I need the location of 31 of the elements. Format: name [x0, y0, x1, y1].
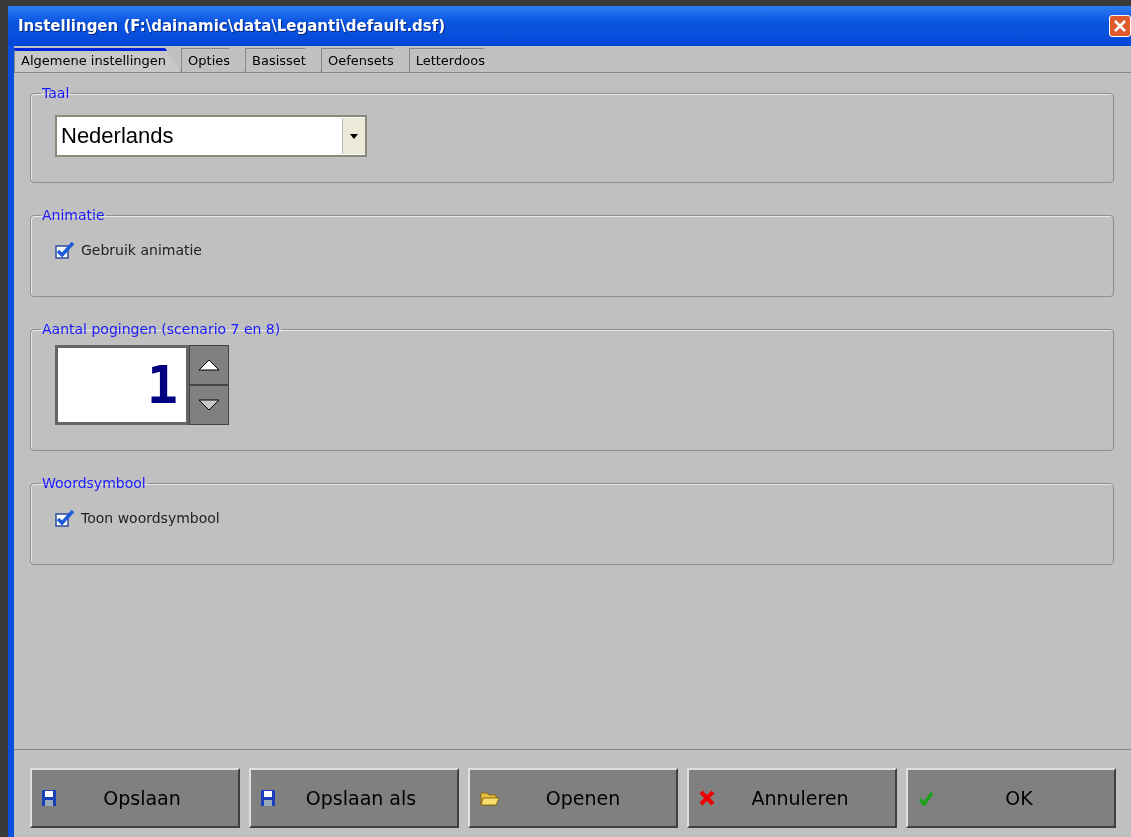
dialog-button[interactable]: Annuleren — [687, 768, 897, 828]
tab[interactable]: Algemene instellingen — [14, 48, 182, 72]
checkbox[interactable] — [55, 509, 75, 527]
dialog-button[interactable]: Openen — [468, 768, 678, 828]
group-title: Taal — [41, 85, 71, 101]
dropdown-arrow-icon — [350, 133, 358, 139]
close-button[interactable] — [1109, 15, 1131, 37]
dialog-button[interactable]: Opslaan — [30, 768, 240, 828]
close-icon — [1113, 19, 1127, 33]
tab[interactable]: Letterdoos — [408, 48, 500, 72]
folder-icon — [480, 790, 500, 806]
checkbox-label: Toon woordsymbool — [81, 510, 220, 526]
tab[interactable]: Basisset — [245, 48, 321, 72]
tab[interactable]: Opties — [181, 48, 246, 72]
checkbox-label: Gebruik animatie — [81, 242, 202, 258]
up-triangle-icon — [198, 359, 220, 371]
cross-icon — [699, 790, 715, 806]
window-title: Instellingen (F:\dainamic\data\Leganti\default.dsf) — [17, 17, 447, 35]
group-title: Woordsymbool — [41, 475, 147, 491]
group-title: Animatie — [41, 207, 106, 223]
checkmark-icon — [918, 790, 934, 806]
checkbox[interactable] — [55, 241, 75, 259]
language-dropdown[interactable]: Nederlands — [55, 115, 367, 157]
tab[interactable]: Oefensets — [320, 48, 409, 72]
attempts-field[interactable]: 1 — [55, 345, 189, 425]
down-triangle-icon — [198, 399, 220, 411]
group-title: Aantal pogingen (scenario 7 en 8) — [41, 321, 282, 337]
increment-button[interactable] — [189, 345, 229, 385]
decrement-button[interactable] — [189, 385, 229, 425]
dialog-button[interactable]: OK — [906, 768, 1116, 828]
dialog-button[interactable]: Opslaan als — [249, 768, 459, 828]
